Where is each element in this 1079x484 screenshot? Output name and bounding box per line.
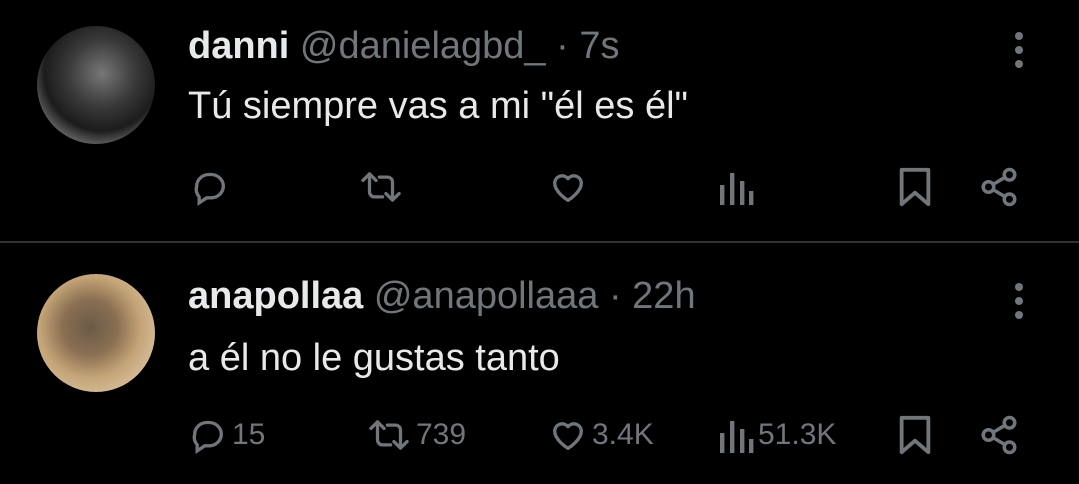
- like-icon: [553, 422, 583, 450]
- tweet-text: Tú siempre vas a mi "él es él": [188, 85, 689, 127]
- repost-button[interactable]: [358, 162, 404, 212]
- display-name[interactable]: danni: [188, 25, 289, 67]
- views-icon: [720, 421, 754, 453]
- tweet-text: a él no le gustas tanto: [188, 337, 560, 379]
- like-icon: [553, 174, 583, 202]
- user-handle[interactable]: @danielagbd_: [300, 25, 546, 67]
- more-icon[interactable]: [1008, 28, 1030, 72]
- avatar[interactable]: [37, 26, 155, 144]
- share-button[interactable]: [978, 162, 1020, 212]
- like-button[interactable]: [548, 162, 588, 212]
- user-handle[interactable]: @anapollaaa: [374, 275, 599, 317]
- tweet[interactable]: danni @danielagbd_ · 7s Tú siempre vas a…: [0, 0, 1079, 241]
- view-count: 51.3K: [758, 418, 837, 451]
- reply-icon: [192, 420, 223, 454]
- avatar[interactable]: [37, 274, 155, 392]
- separator-dot: ·: [556, 25, 569, 67]
- repost-button[interactable]: 739: [366, 410, 466, 460]
- action-bar: 15 739 3.4K 51.3K: [0, 410, 1079, 460]
- tweet-header: anapollaa @anapollaaa · 22h: [188, 275, 696, 317]
- views-icon: [720, 173, 754, 205]
- share-icon: [981, 167, 1017, 207]
- tweet[interactable]: anapollaa @anapollaaa · 22h a él no le g…: [0, 243, 1079, 484]
- reply-icon: [194, 172, 225, 206]
- reply-count: 15: [232, 418, 266, 451]
- separator-dot: ·: [608, 275, 622, 317]
- repost-icon: [369, 420, 409, 450]
- timestamp[interactable]: 7s: [579, 25, 619, 67]
- like-count: 3.4K: [592, 418, 654, 451]
- reply-button[interactable]: 15: [188, 410, 265, 460]
- like-button[interactable]: 3.4K: [548, 410, 654, 460]
- tweet-header: danni @danielagbd_ · 7s: [188, 25, 619, 67]
- share-icon: [981, 415, 1017, 455]
- reply-button[interactable]: [190, 162, 230, 212]
- more-icon[interactable]: [1008, 279, 1030, 323]
- bookmark-icon: [899, 167, 931, 207]
- bookmark-button[interactable]: [897, 162, 933, 212]
- timestamp[interactable]: 22h: [632, 275, 695, 317]
- action-bar: [0, 162, 1079, 212]
- share-button[interactable]: [978, 410, 1020, 460]
- views-button[interactable]: [718, 162, 754, 212]
- repost-icon: [361, 172, 401, 202]
- bookmark-button[interactable]: [897, 410, 933, 460]
- display-name[interactable]: anapollaa: [188, 275, 363, 317]
- views-button[interactable]: 51.3K: [718, 410, 836, 460]
- repost-count: 739: [416, 418, 467, 451]
- bookmark-icon: [899, 415, 931, 455]
